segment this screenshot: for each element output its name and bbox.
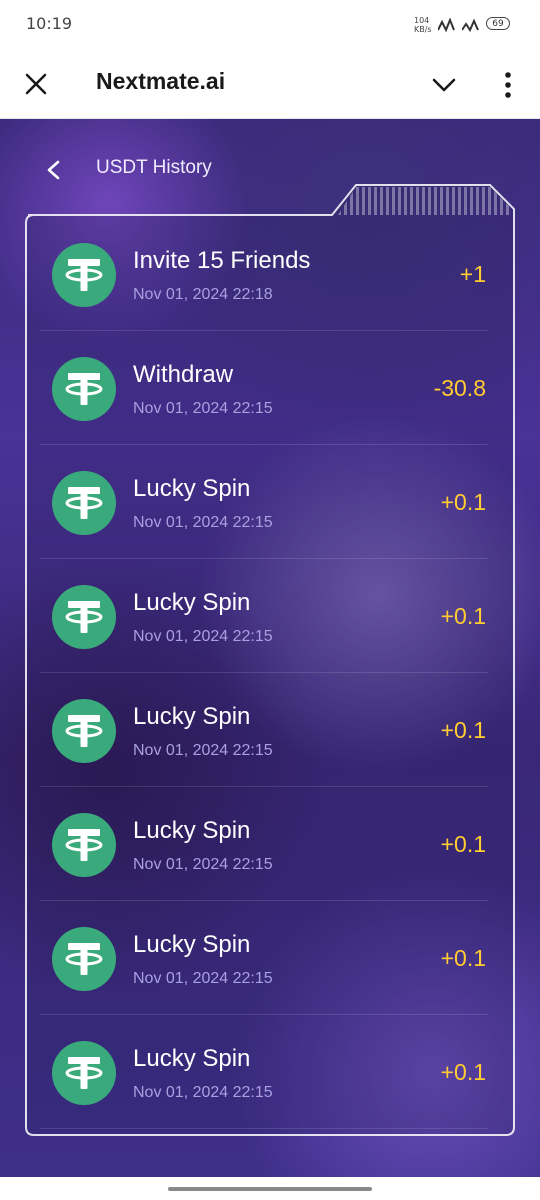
chevron-down-icon[interactable] — [430, 72, 458, 98]
usdt-icon — [52, 243, 116, 307]
navigation-bar — [0, 1177, 540, 1200]
transaction-label: Lucky Spin — [133, 475, 251, 502]
network-speed: 104 KB/s — [414, 16, 432, 34]
app-title: Nextmate.ai — [96, 68, 226, 94]
transaction-amount: +0.1 — [440, 831, 486, 857]
list-item[interactable]: Withdraw Nov 01, 2024 22:15 -30.8 — [40, 331, 488, 445]
list-item[interactable]: Invite 15 Friends Nov 01, 2024 22:18 +1 — [40, 217, 488, 331]
transaction-date: Nov 01, 2024 22:15 — [133, 970, 273, 987]
page-title: USDT History — [96, 157, 212, 178]
list-item[interactable]: Lucky Spin Nov 01, 2024 22:15 +0.1 — [40, 445, 488, 559]
transaction-label: Withdraw — [133, 361, 234, 388]
transaction-amount: +0.1 — [440, 945, 486, 971]
transaction-label: Lucky Spin — [133, 703, 251, 730]
usdt-icon — [52, 471, 116, 535]
chevron-left-icon[interactable] — [44, 159, 64, 181]
transaction-amount: +0.1 — [440, 717, 486, 743]
list-item[interactable]: Lucky Spin Nov 01, 2024 22:15 +0.1 — [40, 559, 488, 673]
transaction-date: Nov 01, 2024 22:15 — [133, 856, 273, 873]
transaction-date: Nov 01, 2024 22:15 — [133, 1084, 273, 1101]
transaction-date: Nov 01, 2024 22:18 — [133, 286, 273, 303]
transaction-date: Nov 01, 2024 22:15 — [133, 514, 273, 531]
transaction-label: Lucky Spin — [133, 589, 251, 616]
usdt-icon — [52, 813, 116, 877]
usdt-icon — [52, 699, 116, 763]
list-item[interactable]: Lucky Spin Nov 01, 2024 22:15 +0.1 — [40, 901, 488, 1015]
transaction-amount: +1 — [459, 261, 486, 287]
transaction-amount: +0.1 — [440, 1059, 486, 1085]
list-item[interactable]: Lucky Spin Nov 01, 2024 22:15 +0.1 — [40, 673, 488, 787]
list-item[interactable]: Lucky Spin Nov 01, 2024 22:15 +0.1 — [40, 1015, 488, 1129]
transaction-date: Nov 01, 2024 22:15 — [133, 742, 273, 759]
transaction-date: Nov 01, 2024 22:15 — [133, 628, 273, 645]
transaction-label: Lucky Spin — [133, 1045, 251, 1072]
transaction-amount: +0.1 — [440, 489, 486, 515]
usdt-icon — [52, 357, 116, 421]
transaction-amount: -30.8 — [433, 375, 486, 401]
network-indicator: 104 KB/s — [414, 16, 436, 34]
home-indicator[interactable] — [168, 1187, 372, 1191]
list-item[interactable]: Lucky Spin Nov 01, 2024 22:15 +0.1 — [40, 787, 488, 901]
signal-icon — [462, 18, 479, 32]
status-time: 10:19 — [26, 14, 73, 33]
transaction-amount: +0.1 — [440, 603, 486, 629]
app-bar: Nextmate.ai — [0, 50, 540, 119]
transaction-date: Nov 01, 2024 22:15 — [133, 400, 273, 417]
battery-icon: 69 — [486, 17, 510, 30]
signal-icon — [438, 18, 455, 32]
usdt-icon — [52, 1041, 116, 1105]
usdt-icon — [52, 927, 116, 991]
transaction-label: Lucky Spin — [133, 931, 251, 958]
battery-level: 69 — [492, 19, 504, 29]
transaction-label: Invite 15 Friends — [133, 247, 311, 274]
main-content: USDT History Invite 15 Friends Nov 01, 2… — [0, 119, 540, 1177]
close-icon[interactable] — [22, 70, 50, 98]
more-vert-icon[interactable] — [498, 70, 518, 100]
usdt-icon — [52, 585, 116, 649]
history-list: Invite 15 Friends Nov 01, 2024 22:18 +1 … — [40, 217, 488, 1129]
status-bar: 10:19 104 KB/s 69 — [0, 0, 540, 50]
transaction-label: Lucky Spin — [133, 817, 251, 844]
